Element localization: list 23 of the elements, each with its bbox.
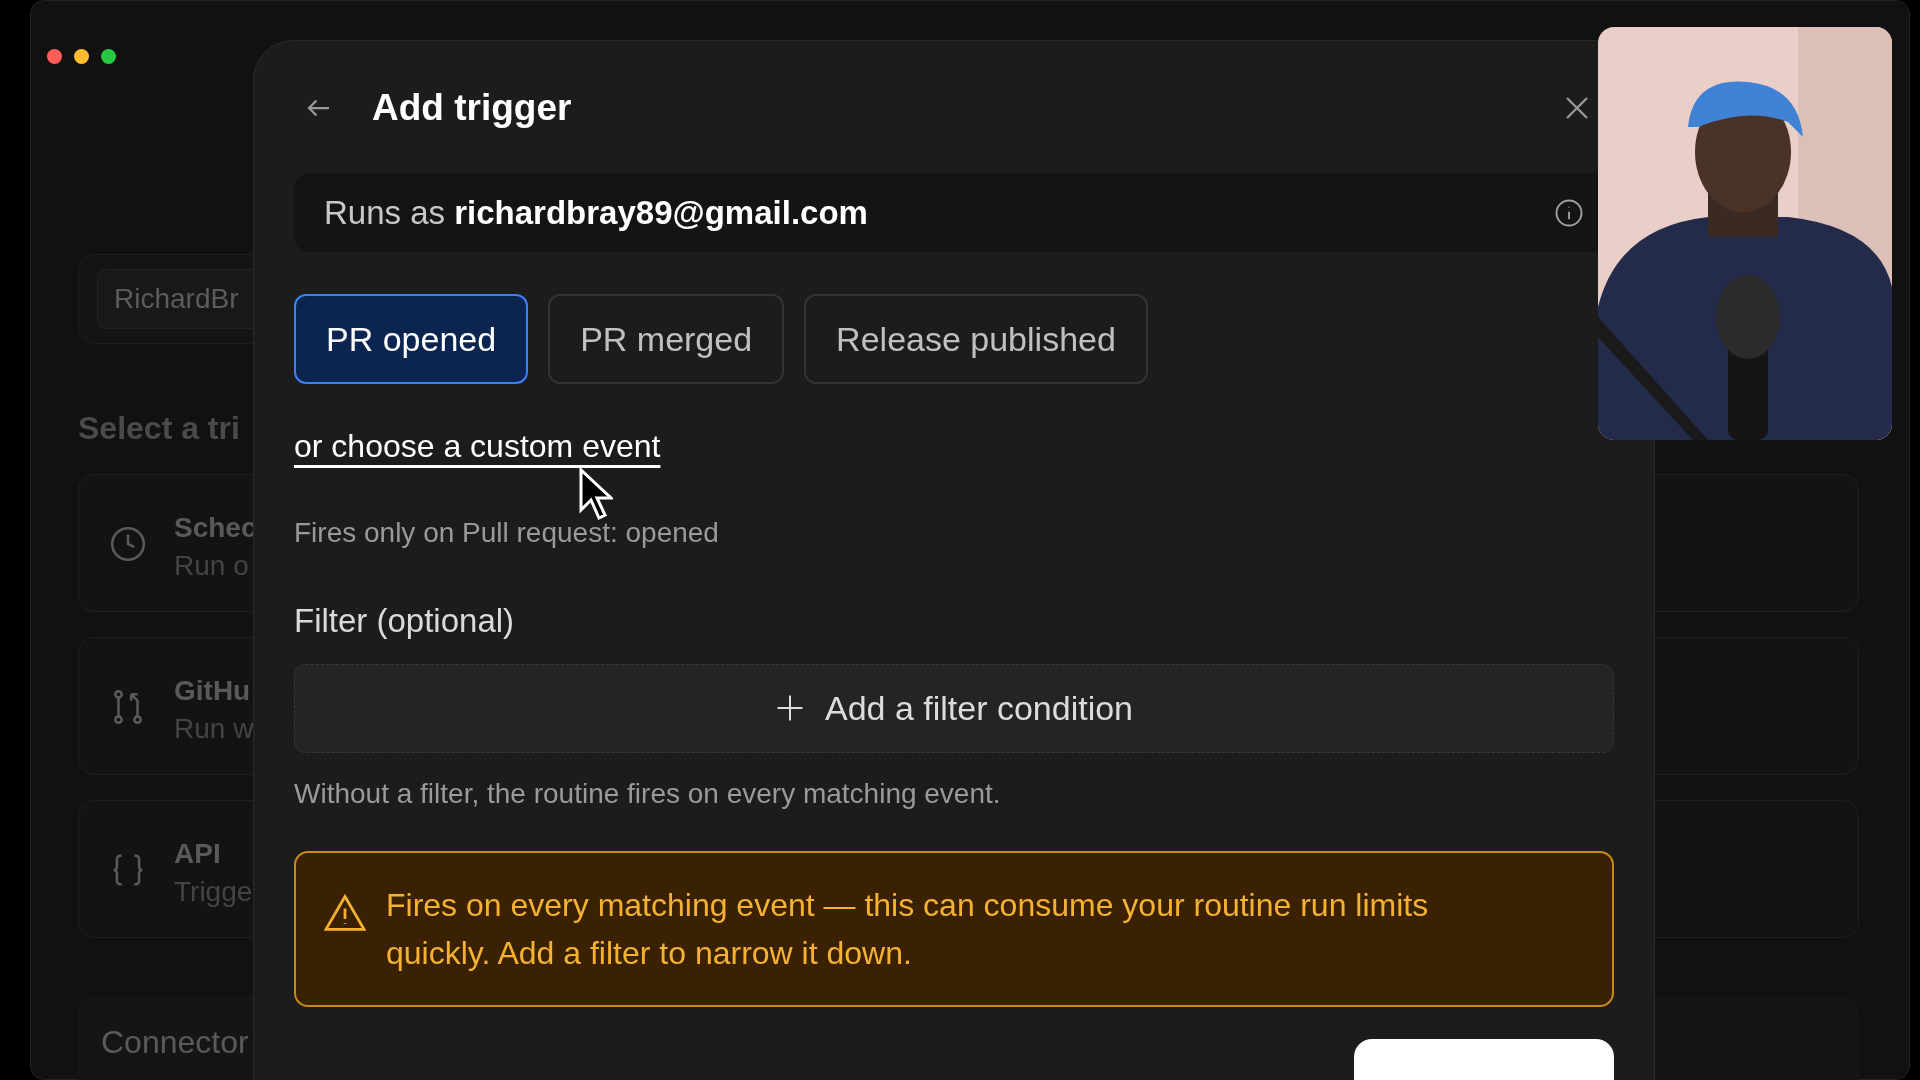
maximize-window-icon[interactable] [101,49,116,64]
warning-icon [324,893,366,931]
dialog-title: Add trigger [372,86,572,131]
trigger-title: Schec [174,511,257,545]
filter-heading: Filter (optional) [294,601,516,642]
warning-text: Fires on every matching event — this can consume your routine run limits quickly. Add a filter to narrow it down. [386,886,1430,973]
close-window-icon[interactable] [47,49,62,64]
clock-icon [109,525,147,563]
filter-hint: Without a filter, the routine fires on every matching event. [294,777,1002,811]
trigger-title: GitHu [174,674,251,708]
minimize-window-icon[interactable] [74,49,89,64]
event-chip[interactable]: Release published [804,294,1148,385]
trigger-title: API [174,837,221,871]
section-heading: Select a tri [78,409,240,448]
event-note: Fires only on Pull request: opened [294,516,720,551]
event-chip[interactable]: PR opened [294,294,529,385]
connectors-heading: Connector [101,1024,249,1060]
add-filter-button[interactable]: Add a filter condition [294,663,1614,753]
event-chip[interactable]: PR merged [548,294,785,385]
info-icon[interactable] [1554,197,1584,228]
cursor-icon [579,468,613,523]
custom-event-link[interactable]: or choose a custom event [294,428,661,465]
runs-as-text: Runs as richardbray89@gmail.com [324,192,868,233]
